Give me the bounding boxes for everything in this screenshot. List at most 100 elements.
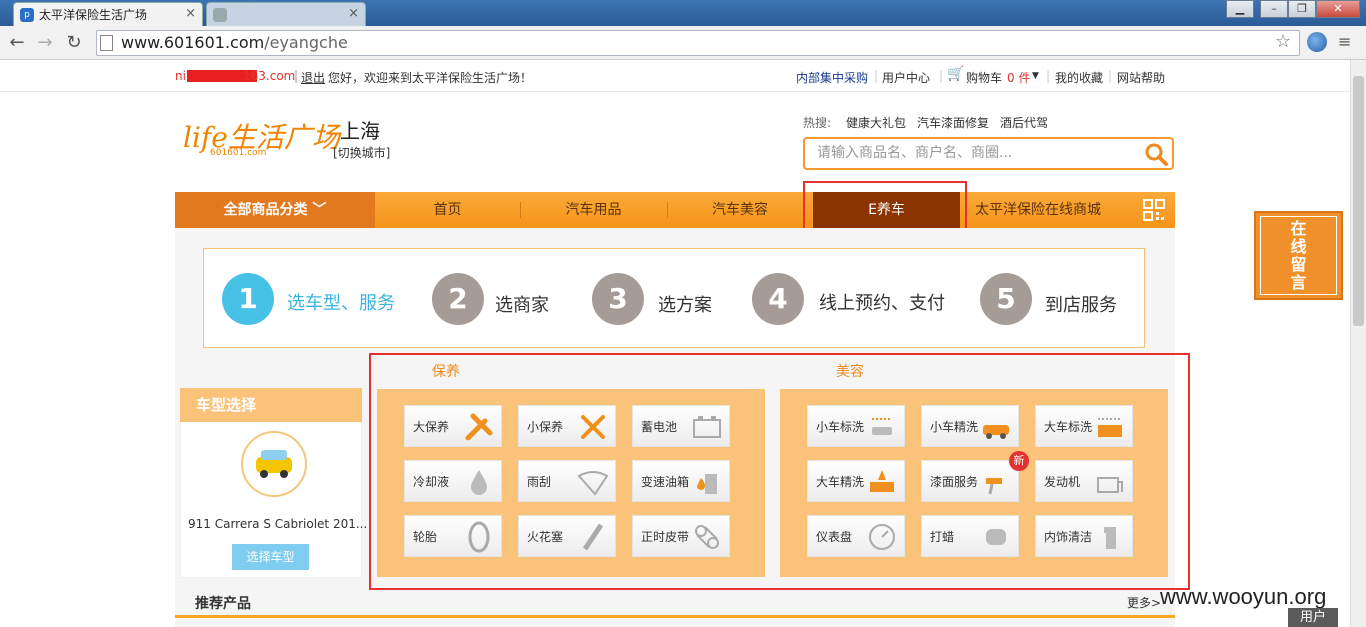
browser-tab-inactive[interactable]: × [206, 2, 366, 26]
page-scrollbar[interactable] [1350, 60, 1366, 627]
svc-paint-service[interactable]: 漆面服务 [921, 460, 1019, 502]
site-topbar: ni 163.com | 退出 您好，欢迎来到太平洋保险生活广场！ 内部集中采购… [0, 60, 1350, 92]
new-badge: 新 [1009, 451, 1029, 471]
cart-link[interactable]: 购物车 [966, 69, 1002, 86]
hot-search-item[interactable]: 酒后代驾 [1000, 114, 1048, 131]
belt-icon [695, 525, 719, 549]
hot-search-item[interactable]: 汽车漆面修复 [917, 114, 989, 131]
logout-link[interactable]: 退出 [301, 69, 325, 86]
url-path: /eyangche [264, 33, 348, 52]
svc-dashboard[interactable]: 仪表盘 [807, 515, 905, 557]
browser-tab-active[interactable]: p 太平洋保险生活广场 × [13, 2, 203, 26]
qr-code-icon[interactable] [1143, 199, 1165, 221]
svc-large-car-detail[interactable]: 大车精洗 [807, 460, 905, 502]
bookmark-star-icon[interactable]: ☆ [1275, 31, 1291, 52]
user-email-prefix: ni [175, 69, 186, 83]
engine-icon [1097, 477, 1123, 493]
minimize-window-icon[interactable]: ▁ [1226, 0, 1254, 18]
step-2-circle: 2 [432, 273, 484, 325]
search-icon[interactable] [1143, 141, 1169, 167]
close-tab-icon[interactable]: × [348, 6, 359, 21]
svc-minor-maintenance[interactable]: 小保养 [518, 405, 616, 447]
site-favicon-icon [213, 7, 227, 22]
svc-wiper[interactable]: 雨刮 [518, 460, 616, 502]
oil-can-icon [697, 474, 717, 494]
help-link[interactable]: 网站帮助 [1117, 69, 1165, 86]
more-link[interactable]: 更多> [1127, 594, 1161, 611]
beauty-title: 美容 [836, 364, 864, 380]
back-arrow-icon[interactable]: ← [5, 31, 29, 55]
step-5-circle: 5 [980, 273, 1032, 325]
browser-titlebar [0, 0, 1366, 26]
url-domain: www.601601.com [121, 33, 265, 52]
spray-gun-icon [986, 478, 1002, 495]
logo-subtext: 601601.com [210, 148, 267, 158]
all-categories-button[interactable]: 全部商品分类 ﹀ [175, 192, 375, 228]
hot-search-label: 热搜: [803, 116, 832, 130]
menu-icon[interactable]: ≡ [1338, 32, 1358, 52]
truck-wash-icon [1098, 418, 1122, 437]
car-select-title: 车型选择 [180, 388, 362, 422]
svc-large-car-wash[interactable]: 大车标洗 [1035, 405, 1133, 447]
reload-icon[interactable]: ↻ [62, 31, 86, 55]
selected-car-name: 911 Carrera S Cabriolet 201... [188, 517, 368, 531]
battery-icon [693, 416, 721, 438]
gauge-icon [869, 524, 895, 550]
step-5-label: 到店服务 [1045, 295, 1117, 316]
step-3-circle: 3 [592, 273, 644, 325]
recommend-title: 推荐产品 [195, 596, 251, 612]
sponge-icon [986, 529, 1006, 545]
switch-city-link[interactable]: [切换城市] [333, 144, 390, 161]
favorites-link[interactable]: 我的收藏 [1055, 69, 1103, 86]
svc-timing-belt[interactable]: 正时皮带 [632, 515, 730, 557]
step-4-circle: 4 [752, 273, 804, 325]
minimize-button-icon[interactable]: – [1260, 0, 1288, 18]
step-1-circle: 1 [222, 273, 274, 325]
watermark: www.wooyun.org [1160, 584, 1327, 609]
svc-major-maintenance[interactable]: 大保养 [404, 405, 502, 447]
user-button[interactable]: 用户 [1288, 608, 1338, 627]
svc-coolant[interactable]: 冷却液 [404, 460, 502, 502]
car-icon [241, 431, 307, 497]
nav-online-mall[interactable]: 太平洋保险在线商城 [968, 192, 1108, 228]
cart-icon: 🛒 [947, 66, 965, 82]
nav-car-supplies[interactable]: 汽车用品 [520, 192, 667, 228]
svc-battery[interactable]: 蓄电池 [632, 405, 730, 447]
svc-small-car-wash[interactable]: 小车标洗 [807, 405, 905, 447]
svc-small-car-detail[interactable]: 小车精洗 [921, 405, 1019, 447]
address-bar[interactable]: www.601601.com/eyangche [96, 30, 1300, 56]
user-email-suffix: 163.com [243, 69, 296, 83]
maintenance-title: 保养 [432, 364, 460, 380]
recommend-divider [175, 615, 1175, 618]
nav-home[interactable]: 首页 [375, 192, 520, 228]
truck-detail-icon [870, 470, 894, 492]
search-input[interactable]: 请输入商品名、商户名、商圈... [803, 137, 1174, 170]
nav-car-beauty[interactable]: 汽车美容 [667, 192, 813, 228]
hot-search-item[interactable]: 健康大礼包 [846, 114, 906, 131]
car-detail-icon [983, 425, 1009, 439]
car-wash-icon [872, 418, 892, 435]
step-1-label: 选车型、服务 [287, 293, 395, 314]
close-tab-icon[interactable]: × [185, 6, 196, 21]
svc-transmission-oil[interactable]: 变速油箱 [632, 460, 730, 502]
welcome-text: 您好，欢迎来到太平洋保险生活广场！ [328, 71, 533, 85]
restore-window-icon[interactable]: ❐ [1288, 0, 1316, 18]
internal-purchase-link[interactable]: 内部集中采购 [796, 69, 868, 86]
online-message-text[interactable]: 在 线 留 言 [1260, 216, 1337, 295]
current-city: 上海 [340, 119, 380, 143]
step-3-label: 选方案 [658, 295, 712, 316]
user-center-link[interactable]: 用户中心 [882, 69, 930, 86]
extension-globe-icon[interactable] [1307, 32, 1327, 52]
svc-tire[interactable]: 轮胎 [404, 515, 502, 557]
spark-plug-icon [582, 523, 604, 551]
forward-arrow-icon[interactable]: → [33, 31, 57, 55]
svc-interior-cleaning[interactable]: 内饰清洁 [1035, 515, 1133, 557]
select-car-button[interactable]: 选择车型 [232, 544, 309, 570]
tools-icon [465, 413, 493, 441]
svc-engine[interactable]: 发动机 [1035, 460, 1133, 502]
site-favicon-icon: p [20, 7, 34, 22]
close-window-icon[interactable]: ✕ [1316, 0, 1360, 18]
svc-spark-plug[interactable]: 火花塞 [518, 515, 616, 557]
drop-icon [471, 470, 487, 495]
svc-waxing[interactable]: 打蜡 [921, 515, 1019, 557]
